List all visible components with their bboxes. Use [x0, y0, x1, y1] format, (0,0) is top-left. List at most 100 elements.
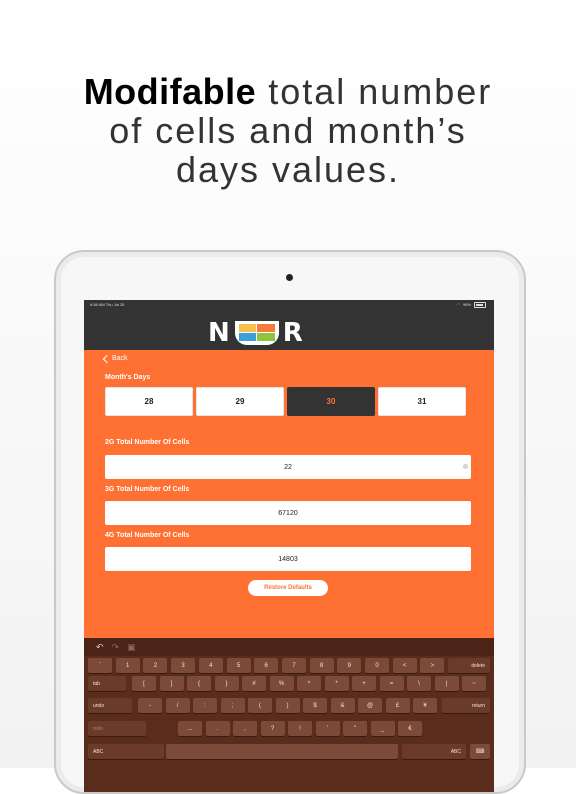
key[interactable]: 0	[365, 658, 389, 673]
key[interactable]: }	[214, 676, 239, 691]
key[interactable]: +	[352, 676, 376, 691]
key[interactable]: -	[138, 698, 162, 713]
field-3g-input[interactable]: 67120	[105, 501, 471, 525]
battery-icon	[474, 302, 486, 308]
key[interactable]: `	[88, 658, 112, 673]
key[interactable]: !	[288, 721, 312, 736]
keyboard-icon[interactable]: ⌨	[470, 744, 490, 759]
key[interactable]: €	[398, 721, 422, 736]
month-days-label: Month's Days	[105, 374, 151, 381]
undo-icon[interactable]: ↶	[96, 642, 104, 653]
key[interactable]: @	[358, 698, 382, 713]
headline-rest: total number	[256, 71, 493, 112]
key[interactable]	[166, 744, 398, 759]
key[interactable]: $	[303, 698, 327, 713]
key[interactable]: 4	[198, 658, 223, 673]
nav-bar: N R	[84, 310, 494, 350]
field-2g-label: 2G Total Number Of Cells	[105, 439, 190, 446]
key[interactable]: 8	[309, 658, 334, 673]
app-logo: N R	[208, 318, 304, 348]
key[interactable]: tab	[88, 676, 126, 691]
key[interactable]: %	[269, 676, 294, 691]
field-2g-value: 22	[284, 463, 292, 471]
key[interactable]: <	[392, 658, 417, 673]
status-right: ◠ 96%	[456, 300, 486, 310]
key[interactable]: 9	[337, 658, 362, 673]
headline-bold: Modifable	[83, 71, 257, 112]
key[interactable]: ,	[233, 721, 257, 736]
keyboard-row: ` 1 2 3 4 5 6 7 8 9 0 < > delete	[84, 658, 494, 676]
keyboard-row: tab []{} #% ^ * + = \ | ~	[84, 676, 494, 694]
day-option-31[interactable]: 31	[378, 387, 466, 416]
key[interactable]: 1	[115, 658, 140, 673]
back-label: Back	[112, 355, 128, 362]
logo-u-cell	[257, 324, 275, 332]
screen: 6:58 AM Thu Jul 25 ◠ 96% N R Back Month'…	[84, 300, 494, 792]
key[interactable]: 7	[281, 658, 306, 673]
key[interactable]: =	[379, 676, 404, 691]
field-4g-label: 4G Total Number Of Cells	[105, 532, 190, 539]
keyboard: ↶ ↷ ▣ ` 1 2 3 4 5 6 7 8 9 0 < > delete tab[]{} #% ^ * + = \ |…	[84, 638, 494, 792]
key[interactable]: {	[187, 676, 211, 691]
key[interactable]: |	[434, 676, 459, 691]
status-time: 6:58 AM Thu Jul 25	[90, 302, 125, 307]
field-2g-input[interactable]: 22 ×	[105, 455, 471, 479]
key[interactable]: (	[248, 698, 272, 713]
key[interactable]: "	[343, 721, 367, 736]
key[interactable]: 2	[143, 658, 168, 673]
day-option-30[interactable]: 30	[287, 387, 375, 416]
field-3g-value: 67120	[278, 509, 298, 517]
day-option-28[interactable]: 28	[105, 387, 193, 416]
key[interactable]: :	[193, 698, 217, 713]
key[interactable]: ABC	[402, 744, 466, 759]
back-button[interactable]: Back	[102, 354, 128, 363]
logo-u-cell	[238, 324, 257, 332]
month-days-selector: 28 29 30 31	[105, 387, 466, 416]
key[interactable]: >	[420, 658, 445, 673]
logo-u-icon	[234, 321, 279, 345]
key[interactable]: \	[407, 676, 431, 691]
key[interactable]: ABC	[88, 744, 164, 759]
key[interactable]: *	[324, 676, 349, 691]
key[interactable]: )	[275, 698, 300, 713]
key[interactable]: return	[442, 698, 490, 713]
logo-letter-r: R	[282, 318, 304, 348]
key[interactable]: &	[330, 698, 355, 713]
key[interactable]: ?	[260, 721, 285, 736]
field-4g-input[interactable]: 14803	[105, 547, 471, 571]
key[interactable]: [	[132, 676, 156, 691]
keyboard-row: redo....,?!’ " _ €	[84, 721, 494, 739]
key[interactable]: ~	[462, 676, 486, 691]
key[interactable]: 5	[226, 658, 251, 673]
key[interactable]: delete	[448, 658, 490, 673]
headline: Modifable total number of cells and mont…	[0, 72, 576, 189]
key[interactable]: 6	[254, 658, 279, 673]
headline-line-1: Modifable total number	[0, 72, 576, 111]
key[interactable]: ’	[315, 721, 340, 736]
key[interactable]: .	[205, 721, 230, 736]
key[interactable]: 3	[171, 658, 196, 673]
key[interactable]: ^	[297, 676, 321, 691]
keyboard-toolbar: ↶ ↷ ▣	[84, 638, 494, 656]
chevron-left-icon	[102, 354, 112, 363]
key[interactable]: /	[165, 698, 190, 713]
redo-icon[interactable]: ↷	[112, 642, 120, 653]
key[interactable]: undo	[88, 698, 132, 713]
key[interactable]: _	[370, 721, 395, 736]
restore-defaults-button[interactable]: Restore Defaults	[248, 580, 328, 596]
day-option-29[interactable]: 29	[196, 387, 284, 416]
key[interactable]: ;	[220, 698, 245, 713]
clear-icon[interactable]: ×	[463, 464, 468, 469]
logo-letter-n: N	[208, 318, 231, 348]
ipad-frame: 6:58 AM Thu Jul 25 ◠ 96% N R Back Month'…	[54, 250, 526, 794]
battery-percent: 96%	[462, 302, 471, 307]
key[interactable]: ...	[178, 721, 202, 736]
logo-u-cell	[257, 333, 275, 341]
key[interactable]: ]	[159, 676, 184, 691]
key[interactable]: £	[385, 698, 410, 713]
key[interactable]: ¥	[413, 698, 437, 713]
key[interactable]: redo	[88, 721, 146, 736]
key[interactable]: #	[242, 676, 266, 691]
paste-icon[interactable]: ▣	[127, 642, 136, 653]
logo-u-cell	[238, 333, 257, 341]
